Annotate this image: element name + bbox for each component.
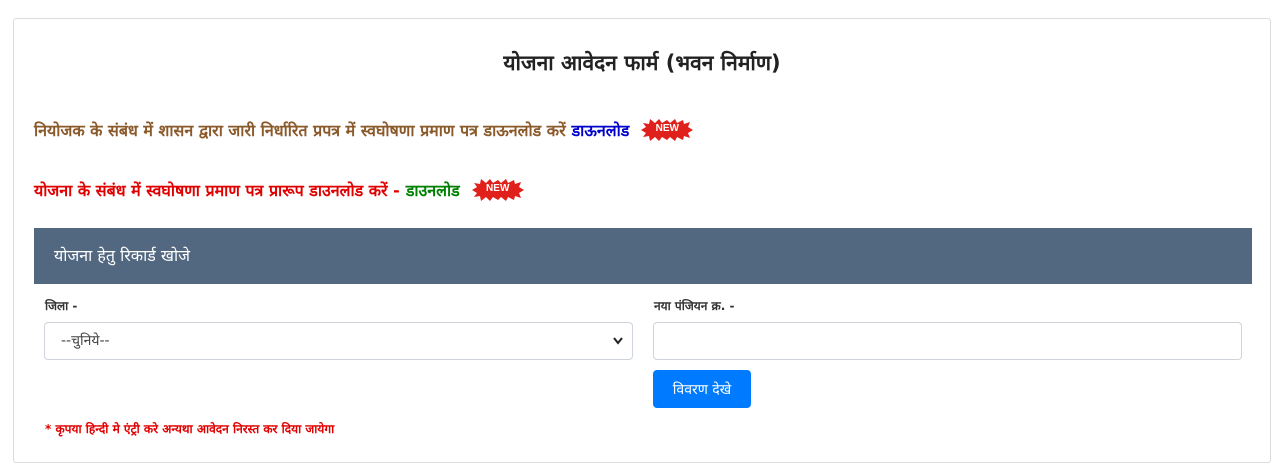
notice-text: नियोजक के संबंध में शासन द्वारा जारी निर… — [34, 121, 566, 140]
view-details-button[interactable]: विवरण देखे — [653, 370, 751, 408]
district-select[interactable]: --चुनिये-- — [44, 322, 633, 360]
district-selected-value: --चुनिये-- — [61, 333, 110, 349]
application-form-card: योजना आवेदन फार्म (भवन निर्माण) नियोजक क… — [13, 18, 1271, 463]
download-link-scheme[interactable]: डाउनलोड — [406, 179, 460, 201]
search-panel-header: योजना हेतु रिकार्ड खोजे — [34, 228, 1252, 284]
registration-label: नया पंजियन क्र. - — [654, 299, 735, 313]
download-link-employer[interactable]: डाऊनलोड — [572, 119, 630, 141]
new-badge-icon: NEW — [641, 119, 694, 141]
notice-scheme-declaration: योजना के संबंध में स्वघोषणा प्रमाण पत्र … — [34, 179, 524, 201]
new-badge-icon: NEW — [471, 179, 524, 201]
notice-employer-declaration: नियोजक के संबंध में शासन द्वारा जारी निर… — [34, 119, 694, 141]
chevron-down-icon — [612, 323, 624, 374]
notice-text: योजना के संबंध में स्वघोषणा प्रमाण पत्र … — [34, 181, 400, 200]
registration-number-input[interactable] — [653, 322, 1242, 360]
hindi-entry-note: * कृपया हिन्दी मे एंट्री करे अन्यथा आवेद… — [45, 422, 335, 436]
district-label: जिला - — [45, 299, 78, 313]
page-title: योजना आवेदन फार्म (भवन निर्माण) — [503, 51, 781, 75]
